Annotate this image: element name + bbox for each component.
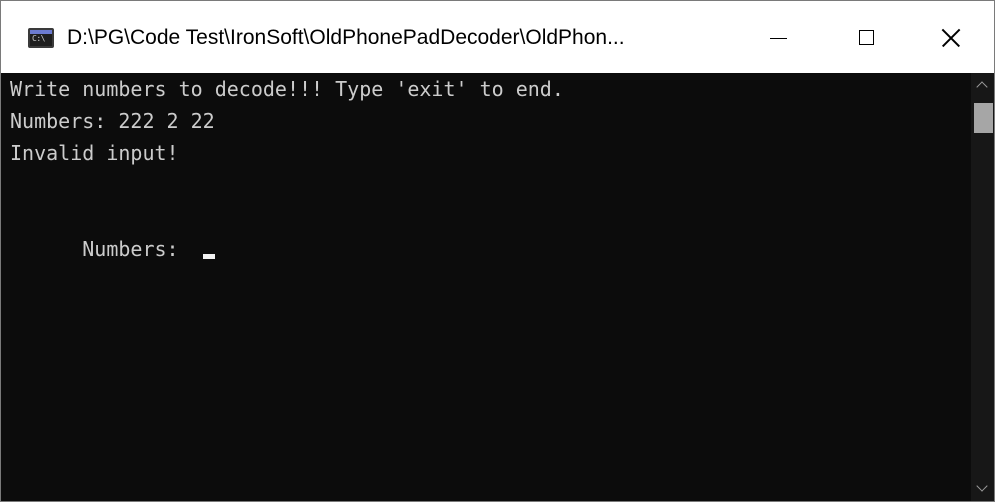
title-bar[interactable]: C:\ D:\PG\Code Test\IronSoft\OldPhonePad… — [1, 1, 994, 73]
chevron-down-icon — [976, 480, 988, 492]
console-window: C:\ D:\PG\Code Test\IronSoft\OldPhonePad… — [0, 0, 995, 502]
text-cursor — [202, 254, 215, 259]
scroll-up-button[interactable] — [971, 73, 994, 95]
console-line: Invalid input! — [10, 141, 179, 165]
scrollbar-thumb[interactable] — [974, 103, 993, 133]
console-line: Write numbers to decode!!! Type 'exit' t… — [10, 77, 564, 101]
minimize-icon — [770, 38, 787, 39]
console-input-row[interactable]: Numbers: — [82, 233, 215, 265]
minimize-button[interactable] — [734, 1, 823, 73]
maximize-icon — [859, 30, 874, 45]
console-icon-text: C:\ — [32, 34, 45, 43]
window-title: D:\PG\Code Test\IronSoft\OldPhonePadDeco… — [67, 26, 625, 49]
console-prompt-line[interactable]: Numbers: — [10, 201, 215, 297]
scroll-down-button[interactable] — [971, 479, 994, 501]
close-icon — [942, 29, 960, 47]
chevron-up-icon — [976, 81, 988, 93]
console-line: Numbers: 222 2 22 — [10, 109, 215, 133]
vertical-scrollbar[interactable] — [971, 73, 994, 501]
console-output[interactable]: Write numbers to decode!!! Type 'exit' t… — [1, 73, 971, 501]
console-prompt: Numbers: — [82, 237, 191, 261]
close-button[interactable] — [905, 1, 994, 73]
console-icon[interactable]: C:\ — [28, 28, 54, 48]
maximize-button[interactable] — [823, 1, 912, 73]
